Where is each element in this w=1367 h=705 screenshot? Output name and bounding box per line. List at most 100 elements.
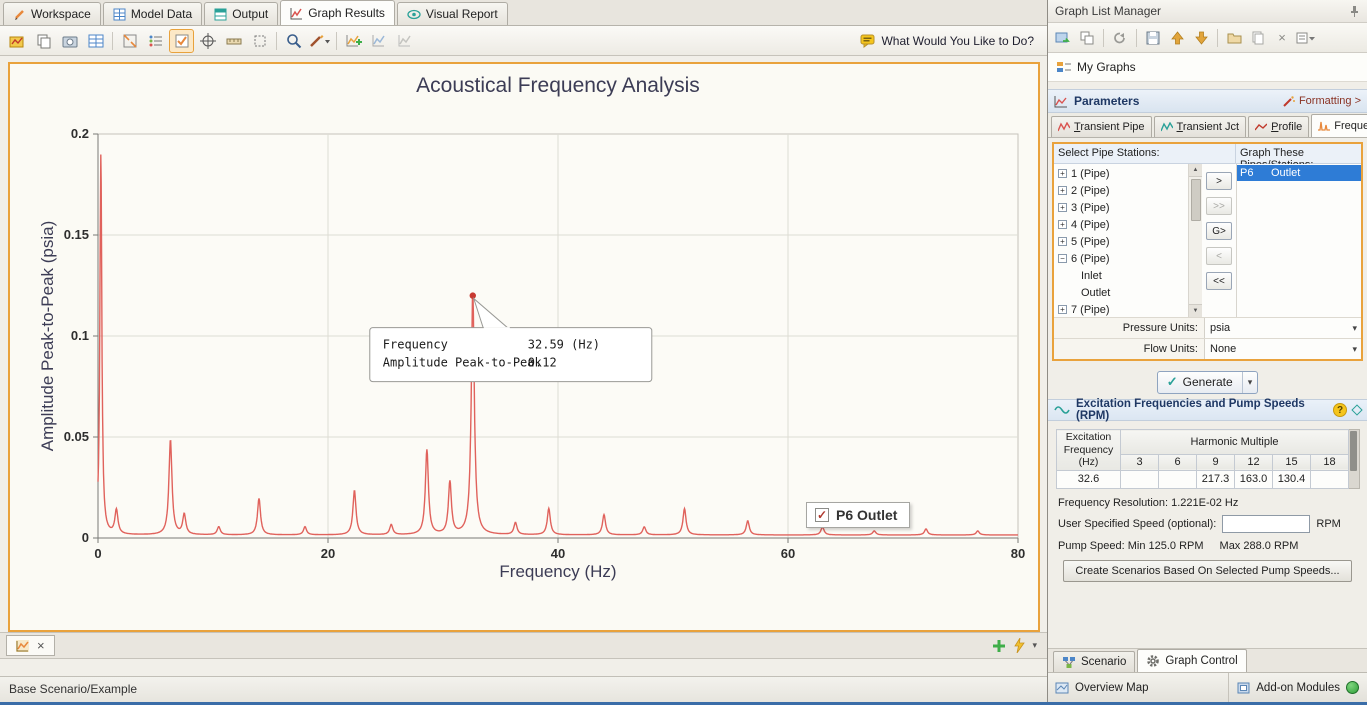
tree-item-outlet[interactable]: Outlet [1054, 284, 1188, 301]
pin-icon[interactable] [1349, 5, 1360, 17]
tab-profile[interactable]: Profile [1248, 116, 1309, 137]
pressure-units-select[interactable]: psia ▾ [1204, 318, 1361, 338]
flow-units-select[interactable]: None ▾ [1204, 339, 1361, 359]
graph-settings-icon[interactable] [393, 29, 418, 53]
expand-icon[interactable]: + [1058, 169, 1067, 178]
apply-graph-icon[interactable] [1052, 27, 1074, 49]
add-group-button[interactable]: G> [1206, 222, 1232, 240]
tree-item-pipe-2[interactable]: +2 (Pipe) [1054, 182, 1188, 199]
series-marker[interactable] [470, 292, 476, 298]
save-graph-icon[interactable] [1142, 27, 1164, 49]
generate-dropdown-icon[interactable]: ▾ [1242, 372, 1258, 393]
duplicate-graph-icon[interactable] [1076, 27, 1098, 49]
tree-item-pipe-1[interactable]: +1 (Pipe) [1054, 165, 1188, 182]
legend[interactable]: ✓ P6 Outlet [806, 502, 910, 528]
formatting-link[interactable]: Formatting > [1283, 95, 1361, 107]
quick-format-icon[interactable] [307, 29, 332, 53]
collapse-icon[interactable]: − [1058, 254, 1067, 263]
add-selected-button[interactable]: > [1206, 172, 1232, 190]
delete-graph-icon[interactable]: × [1271, 27, 1293, 49]
scroll-up-icon[interactable]: ▲ [1189, 164, 1202, 177]
quick-graph-caret-icon[interactable]: ▾ [1032, 640, 1037, 651]
graphed-station-row[interactable]: P6 Outlet [1237, 165, 1361, 181]
tree-item-pipe-3[interactable]: +3 (Pipe) [1054, 199, 1188, 216]
table-scrollbar[interactable] [1349, 429, 1360, 489]
addon-modules-icon [1237, 682, 1250, 694]
scrollbar-thumb[interactable] [1191, 179, 1201, 221]
tree-item-pipe-7[interactable]: +7 (Pipe) [1054, 301, 1188, 317]
parameters-icon [1054, 95, 1068, 108]
list-options-icon[interactable] [1295, 27, 1317, 49]
refresh-graph-icon[interactable] [1109, 27, 1131, 49]
tree-item-pipe-4[interactable]: +4 (Pipe) [1054, 216, 1188, 233]
legend-checkbox[interactable]: ✓ [815, 508, 829, 522]
ruler-icon[interactable] [221, 29, 246, 53]
expand-icon[interactable]: + [1058, 186, 1067, 195]
graph-document-tab[interactable]: × [6, 635, 55, 656]
format-list-icon[interactable] [143, 29, 168, 53]
y-tick-label: 0 [82, 530, 89, 545]
export-image-icon[interactable] [57, 29, 82, 53]
quick-graph-icon[interactable] [1013, 638, 1025, 653]
scroll-down-icon[interactable]: ▼ [1189, 304, 1202, 317]
transfer-buttons: > >> G> < << [1202, 164, 1236, 317]
tab-model-data[interactable]: Model Data [103, 2, 202, 25]
user-speed-input[interactable] [1222, 515, 1310, 533]
copy-graph-icon[interactable] [31, 29, 56, 53]
collapse-section-icon[interactable] [1351, 404, 1362, 415]
tree-item-pipe-5[interactable]: +5 (Pipe) [1054, 233, 1188, 250]
tab-graph-results[interactable]: Graph Results [280, 0, 395, 25]
tab-scenario[interactable]: Scenario [1053, 651, 1135, 672]
crosshair-icon[interactable] [195, 29, 220, 53]
tree-item-inlet[interactable]: Inlet [1054, 267, 1188, 284]
gear-icon [1146, 654, 1160, 668]
parameter-tabs: Transient Pipe Transient Jct Profile Fre… [1048, 113, 1367, 138]
copy-item-icon[interactable] [1247, 27, 1269, 49]
tab-frequency[interactable]: Frequency [1311, 114, 1367, 137]
update-graph-icon[interactable] [367, 29, 392, 53]
help-icon[interactable]: ? [1333, 403, 1347, 417]
overview-map-bar[interactable]: Overview Map [1048, 682, 1228, 694]
show-data-grid-icon[interactable] [83, 29, 108, 53]
addon-modules-bar[interactable]: Add-on Modules [1228, 673, 1367, 702]
zoom-extents-icon[interactable] [117, 29, 142, 53]
box-zoom-icon[interactable] [247, 29, 272, 53]
expand-icon[interactable]: + [1058, 203, 1067, 212]
tooltip-label: Amplitude Peak-to-Peak [383, 356, 543, 370]
tree-item-pipe-6[interactable]: −6 (Pipe) [1054, 250, 1188, 267]
tab-transient-jct[interactable]: Transient Jct [1154, 116, 1247, 137]
tab-transient-pipe[interactable]: Transient Pipe [1051, 116, 1152, 137]
tab-visual-report[interactable]: Visual Report [397, 2, 508, 25]
expand-icon[interactable]: + [1058, 220, 1067, 229]
show-checkboxes-icon[interactable] [169, 29, 194, 53]
move-down-icon[interactable] [1190, 27, 1212, 49]
tab-output[interactable]: Output [204, 2, 278, 25]
move-up-icon[interactable] [1166, 27, 1188, 49]
x-tick-label: 60 [781, 546, 795, 561]
tab-graph-control[interactable]: Graph Control [1137, 649, 1246, 672]
load-graph-icon[interactable] [5, 29, 30, 53]
tab-workspace[interactable]: Workspace [3, 2, 101, 25]
close-tab-icon[interactable]: × [37, 639, 45, 652]
graph-toolbar: What Would You Like to Do? [0, 26, 1047, 56]
frequency-plot[interactable]: 02040608000.050.10.150.2Frequency32.59 (… [10, 64, 1038, 630]
add-graph-icon[interactable] [341, 29, 366, 53]
status-indicator-icon [1346, 681, 1359, 694]
expand-icon[interactable]: + [1058, 305, 1067, 314]
user-speed-label: User Specified Speed (optional): [1058, 518, 1216, 530]
new-folder-icon[interactable] [1223, 27, 1245, 49]
create-scenarios-button[interactable]: Create Scenarios Based On Selected Pump … [1063, 560, 1351, 582]
remove-selected-button[interactable]: < [1206, 247, 1232, 265]
generate-button[interactable]: ✓ Generate ▾ [1157, 371, 1258, 394]
my-graphs-item[interactable]: My Graphs [1077, 60, 1136, 74]
frequency-icon [1318, 121, 1330, 131]
scrollbar-thumb[interactable] [1350, 431, 1357, 471]
tree-scrollbar[interactable]: ▲ ▼ [1188, 164, 1202, 317]
zoom-icon[interactable] [281, 29, 306, 53]
table-row[interactable]: 32.6 217.3 163.0 130.4 [1057, 470, 1349, 488]
remove-all-button[interactable]: << [1206, 272, 1232, 290]
expand-icon[interactable]: + [1058, 237, 1067, 246]
add-all-button[interactable]: >> [1206, 197, 1232, 215]
what-would-you-like-to-do-link[interactable]: What Would You Like to Do? [860, 34, 1042, 48]
add-graph-tab-icon[interactable] [992, 639, 1006, 653]
